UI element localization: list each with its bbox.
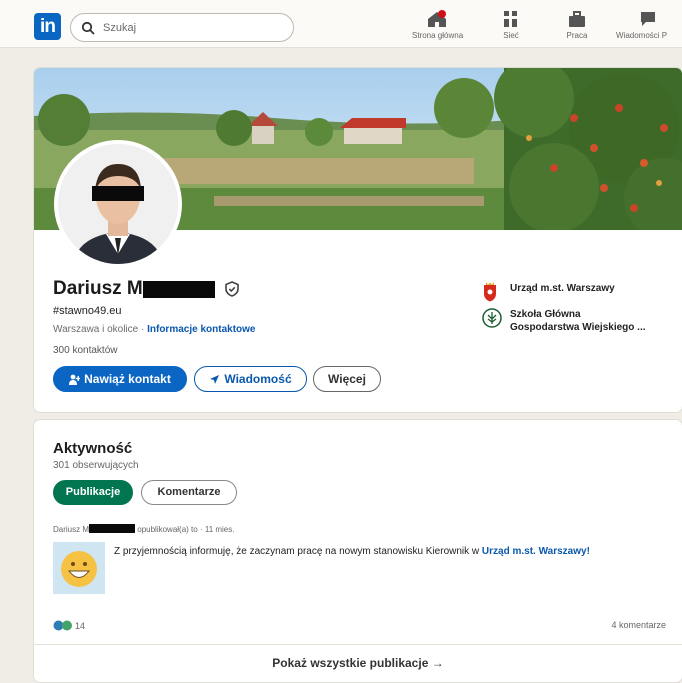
show-all-posts-link[interactable]: Pokaż wszystkie publikacje → bbox=[34, 656, 682, 670]
linkedin-logo[interactable]: in bbox=[34, 13, 61, 40]
post-meta-text: opublikował(a) to · 11 mies. bbox=[137, 525, 235, 534]
search-box[interactable] bbox=[70, 13, 294, 42]
top-navigation: in Strona główna Sieć Praca Wiadomości bbox=[0, 0, 682, 48]
location-separator: · bbox=[138, 324, 148, 335]
connect-button[interactable]: Nawiąż kontakt bbox=[53, 366, 187, 392]
location-text: Warszawa i okolice bbox=[53, 324, 139, 335]
post-body[interactable]: Z przyjemnością informuję, że zaczynam p… bbox=[114, 544, 634, 560]
activity-card: Aktywność 301 obserwujących Publikacje K… bbox=[34, 420, 682, 682]
home-icon bbox=[428, 10, 446, 27]
profile-headline: #stawno49.eu bbox=[53, 305, 122, 317]
post-meta: Dariusz M opublikował(a) to · 11 mies. bbox=[53, 524, 234, 534]
sggw-logo-icon bbox=[482, 308, 502, 328]
nav-jobs[interactable]: Praca bbox=[558, 10, 596, 46]
network-icon bbox=[504, 11, 517, 27]
briefcase-icon bbox=[569, 11, 585, 27]
search-input[interactable] bbox=[103, 18, 283, 38]
nav-jobs-label: Praca bbox=[566, 31, 588, 40]
connect-button-label: Nawiąż kontakt bbox=[84, 372, 171, 386]
org-education-line2: Gospodarstwa Wiejskiego ... bbox=[510, 322, 646, 333]
org-education-name: Szkoła Główna Gospodarstwa Wiejskiego ..… bbox=[510, 308, 646, 334]
profile-location: Warszawa i okolice · Informacje kontakto… bbox=[53, 324, 255, 335]
followers-count[interactable]: 301 obserwujących bbox=[53, 460, 139, 471]
profile-card: Dariusz M #stawno49.eu Warszawa i okolic… bbox=[34, 68, 682, 412]
org-education-line1: Szkoła Główna bbox=[510, 309, 581, 320]
warsaw-coat-of-arms-icon bbox=[484, 282, 496, 302]
author-redaction-bar bbox=[89, 524, 136, 533]
smiley-emoji-icon bbox=[53, 542, 105, 594]
message-button-label: Wiadomość bbox=[224, 372, 292, 386]
nav-network-label: Sieć bbox=[503, 31, 519, 40]
face-redaction-bar bbox=[92, 186, 144, 201]
name-redaction-bar bbox=[142, 280, 215, 298]
more-button[interactable]: Więcej bbox=[313, 366, 381, 392]
nav-messaging[interactable]: Wiadomości P bbox=[614, 10, 682, 46]
message-button[interactable]: Wiadomość bbox=[194, 366, 307, 392]
nav-home[interactable]: Strona główna bbox=[412, 10, 464, 46]
post-text: Z przyjemnością informuję, że zaczynam p… bbox=[114, 546, 482, 557]
post-comments-count[interactable]: 4 komentarze bbox=[611, 620, 666, 630]
org-employer-name: Urząd m.st. Warszawy bbox=[510, 283, 615, 294]
profile-avatar[interactable] bbox=[54, 140, 182, 268]
post-author[interactable]: Dariusz M bbox=[53, 525, 89, 534]
tab-comments[interactable]: Komentarze bbox=[141, 480, 237, 505]
post-reactions[interactable]: 14 bbox=[53, 620, 85, 631]
add-person-icon bbox=[69, 374, 81, 385]
reaction-count: 14 bbox=[75, 621, 86, 631]
tab-posts[interactable]: Publikacje bbox=[53, 480, 133, 505]
reactions-icon bbox=[53, 620, 72, 631]
profile-photo bbox=[58, 144, 178, 264]
nav-network[interactable]: Sieć bbox=[494, 10, 528, 46]
activity-divider bbox=[34, 644, 682, 645]
profile-name-row: Dariusz M bbox=[53, 278, 240, 302]
post-thumbnail[interactable] bbox=[53, 542, 105, 594]
activity-title: Aktywność bbox=[53, 440, 133, 457]
nav-home-label: Strona główna bbox=[412, 31, 464, 40]
connections-count[interactable]: 300 kontaktów bbox=[53, 345, 118, 356]
nav-messaging-label: Wiadomości P bbox=[616, 31, 668, 40]
contact-info-link[interactable]: Informacje kontaktowe bbox=[147, 324, 255, 335]
profile-name: Dariusz M bbox=[53, 278, 143, 299]
verified-shield-icon[interactable] bbox=[225, 281, 240, 297]
post-company-link[interactable]: Urząd m.st. Warszawy! bbox=[482, 546, 590, 557]
search-icon bbox=[81, 21, 95, 35]
messaging-icon bbox=[641, 12, 655, 26]
send-icon bbox=[210, 375, 220, 384]
